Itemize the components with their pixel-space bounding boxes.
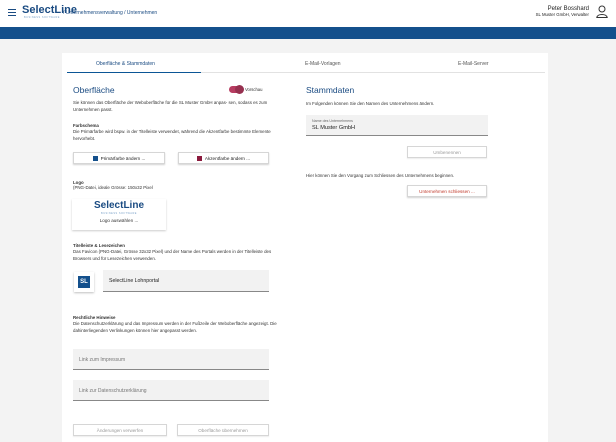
logo-info: (PNG-Datei, ideale Grösse: 150x32 Pixel	[73, 185, 153, 190]
apply-surface-button[interactable]: Oberfläche übernehmen	[177, 424, 269, 436]
master-data-heading: Stammdaten	[306, 85, 355, 95]
primary-swatch-icon	[92, 155, 98, 161]
user-info: Peter Bosshard SL Muster GmbH, Verwalter	[536, 6, 589, 18]
tab-surface-master-data[interactable]: Oberfläche & Stammdaten	[96, 61, 155, 67]
company-name-value: SL Muster GmbH	[312, 125, 355, 131]
surface-intro: Sie können das Oberfläche der Weboberflä…	[73, 100, 268, 112]
logo-preview-brand: SelectLine	[93, 200, 145, 211]
close-company-button[interactable]: Unternehmen schliessen ...	[407, 185, 487, 197]
impressum-link-input[interactable]: Link zum Impressum	[73, 349, 269, 370]
privacy-link-input[interactable]: Link zur Datenschutzerklärung	[73, 380, 269, 401]
accent-color-button[interactable]: Akzentfarbe ändern ...	[178, 152, 269, 164]
company-name-label: Name des Unternehmens	[312, 119, 353, 123]
title-bar-heading: Titelleiste & Lesezeichen	[73, 243, 125, 248]
portal-name-value: SelectLine Lohnportal	[109, 278, 160, 284]
active-tab-indicator	[67, 72, 201, 73]
surface-heading: Oberfläche	[73, 85, 115, 95]
breadcrumb[interactable]: / Unternehmensverwaltung / Unternehmen	[63, 10, 157, 16]
legal-heading: Rechtliche Hinweise	[73, 315, 116, 320]
favicon-icon: SL	[78, 276, 90, 288]
title-bar-stripe	[0, 27, 616, 39]
primary-color-label: Primärfarbe ändern ...	[100, 155, 146, 161]
accent-color-label: Akzentfarbe ändern ...	[204, 155, 251, 161]
preview-toggle[interactable]	[229, 85, 244, 94]
logo-select-label: Logo auswählen ...	[99, 218, 139, 223]
menu-icon[interactable]	[8, 9, 16, 17]
rename-button[interactable]: Umbenennen	[407, 146, 487, 158]
tab-email-templates[interactable]: E-Mail-Vorlagen	[305, 61, 341, 67]
company-name-field[interactable]: Name des Unternehmens SL Muster GmbH	[306, 115, 488, 136]
color-scheme-heading: Farbschema	[73, 123, 99, 128]
tab-bar: Oberfläche & Stammdaten E-Mail-Vorlagen …	[62, 53, 548, 74]
logo-picker[interactable]: SelectLine BUSINESS SOFTWARE Logo auswäh…	[72, 199, 166, 230]
preview-label: Vorschau	[245, 87, 263, 92]
legal-text: Die Datenschutzerklärung und das Impress…	[73, 321, 277, 333]
top-bar: SelectLine BUSINESS SOFTWARE / Unternehm…	[0, 0, 616, 27]
accent-swatch-icon	[196, 155, 202, 161]
favicon-picker[interactable]: SL	[74, 272, 94, 292]
privacy-placeholder: Link zur Datenschutzerklärung	[79, 388, 147, 394]
discard-changes-button[interactable]: Änderungen verwerfen	[73, 424, 167, 436]
brand-subtitle: BUSINESS SOFTWARE	[24, 16, 60, 19]
user-company: SL Muster GmbH, Verwalter	[535, 12, 589, 17]
user-account-icon[interactable]	[596, 5, 608, 18]
tab-email-server[interactable]: E-Mail-Server	[458, 61, 489, 67]
color-scheme-text: Die Primärfarbe wird bspw. in der Titell…	[73, 129, 271, 141]
primary-color-button[interactable]: Primärfarbe ändern ...	[73, 152, 165, 164]
settings-card: Oberfläche & Stammdaten E-Mail-Vorlagen …	[62, 53, 548, 442]
logo-preview-sub: BUSINESS SOFTWARE	[101, 212, 137, 215]
close-company-text: Hier können Sie den Vorgang zum Schliess…	[306, 173, 455, 178]
master-data-intro: Im Folgenden können Sie den Namen des Un…	[306, 101, 435, 106]
portal-name-field[interactable]: SelectLine Lohnportal	[103, 270, 269, 292]
title-bar-text: Das Favicon (PNG-Datei, Grösse 32x32 Pix…	[73, 249, 272, 261]
impressum-placeholder: Link zum Impressum	[79, 357, 126, 363]
